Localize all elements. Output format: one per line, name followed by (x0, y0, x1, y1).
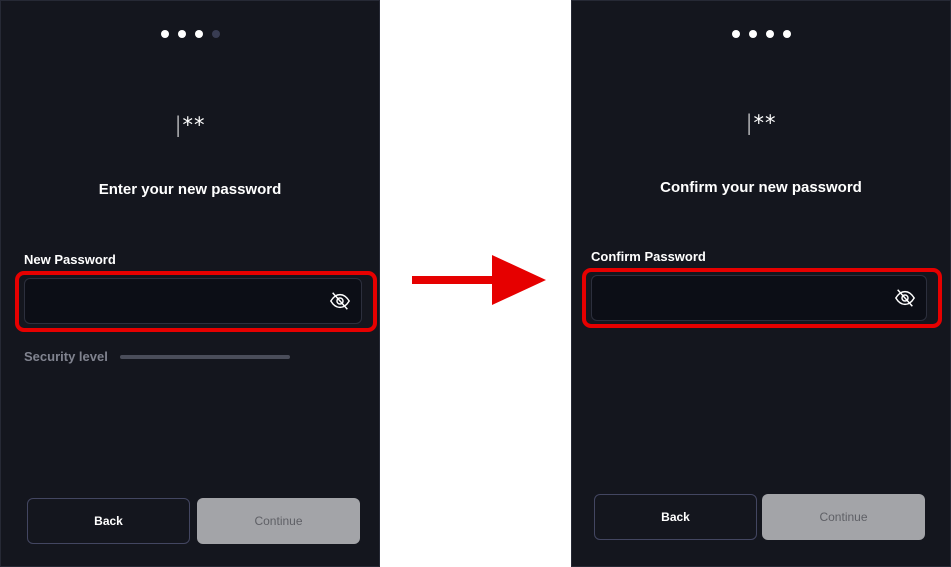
confirm-password-screen: |** Confirm your new password Confirm Pa… (571, 0, 951, 567)
step-dot (748, 30, 757, 38)
back-button[interactable]: Back (594, 494, 757, 540)
password-glyph-icon: |** (174, 113, 206, 137)
step-dot-inactive (211, 30, 220, 38)
eye-slash-icon[interactable] (329, 290, 351, 312)
confirm-password-field[interactable] (591, 275, 927, 321)
page-title: Confirm your new password (660, 179, 862, 196)
security-level-label: Security level (24, 349, 108, 364)
security-level-indicator: Security level (24, 349, 290, 364)
right-arrow-icon (412, 255, 546, 305)
security-level-bar (119, 354, 290, 359)
new-password-input[interactable] (37, 279, 317, 323)
eye-slash-icon[interactable] (894, 287, 916, 309)
step-dot (765, 30, 774, 38)
continue-button[interactable]: Continue (197, 498, 360, 544)
confirm-password-input[interactable] (604, 276, 884, 320)
new-password-field[interactable] (24, 278, 362, 324)
continue-button[interactable]: Continue (762, 494, 925, 540)
step-indicator (572, 30, 950, 38)
back-button[interactable]: Back (27, 498, 190, 544)
password-glyph-icon: |** (745, 111, 777, 135)
step-dot (177, 30, 186, 38)
page-title: Enter your new password (98, 181, 282, 198)
step-indicator (1, 30, 379, 38)
step-dot (731, 30, 740, 38)
step-dot (194, 30, 203, 38)
new-password-label: New Password (24, 252, 116, 267)
step-dot (782, 30, 791, 38)
step-dot (160, 30, 169, 38)
confirm-password-label: Confirm Password (591, 249, 706, 264)
new-password-screen: |** Enter your new password New Password… (0, 0, 380, 567)
